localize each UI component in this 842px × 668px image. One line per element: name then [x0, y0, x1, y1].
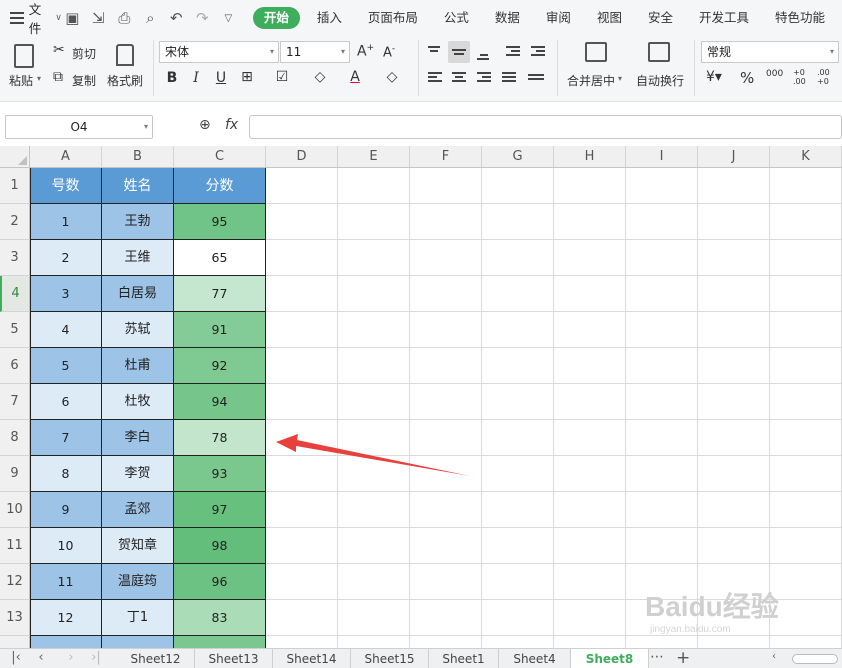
sheet-tab[interactable]: Sheet13 — [195, 649, 273, 668]
baidu-watermark-logo: Baidu经验 — [645, 591, 779, 622]
watermark-url: jingyan.baidu.com — [650, 624, 731, 635]
sheet-tab-bar: |‹ ‹ › ›| ⋯ + ‹ Sheet12 Sheet13 Sheet14 She… — [0, 648, 842, 668]
next-sheet-icon[interactable]: › — [60, 650, 82, 665]
sheet-tab[interactable]: Sheet15 — [351, 649, 429, 668]
scroll-thumb[interactable] — [792, 654, 838, 664]
scroll-left-icon[interactable]: ‹ — [772, 651, 776, 662]
last-sheet-icon[interactable]: ›| — [85, 650, 107, 665]
first-sheet-icon[interactable]: |‹ — [5, 650, 27, 665]
annotation-arrow — [276, 434, 470, 476]
sheet-tab[interactable]: Sheet4 — [499, 649, 571, 668]
sheet-tab[interactable]: Sheet8 — [571, 649, 649, 668]
sheet-tab[interactable]: Sheet14 — [273, 649, 351, 668]
sheet-tab[interactable]: Sheet12 — [117, 649, 195, 668]
more-sheets-icon[interactable]: ⋯ — [650, 649, 664, 665]
sheet-tab[interactable]: Sheet1 — [429, 649, 499, 668]
prev-sheet-icon[interactable]: ‹ — [30, 650, 52, 665]
horizontal-scrollbar[interactable]: ‹ — [770, 651, 840, 665]
add-sheet-icon[interactable]: + — [676, 648, 690, 668]
spreadsheet-app: 文件 ∨ ▣ ⇲ ⎙ ⌕ ↶ ↷ ▽ 开始 插入 页面布局 公式 数据 审阅 视图 安全 开发工… — [0, 0, 842, 668]
